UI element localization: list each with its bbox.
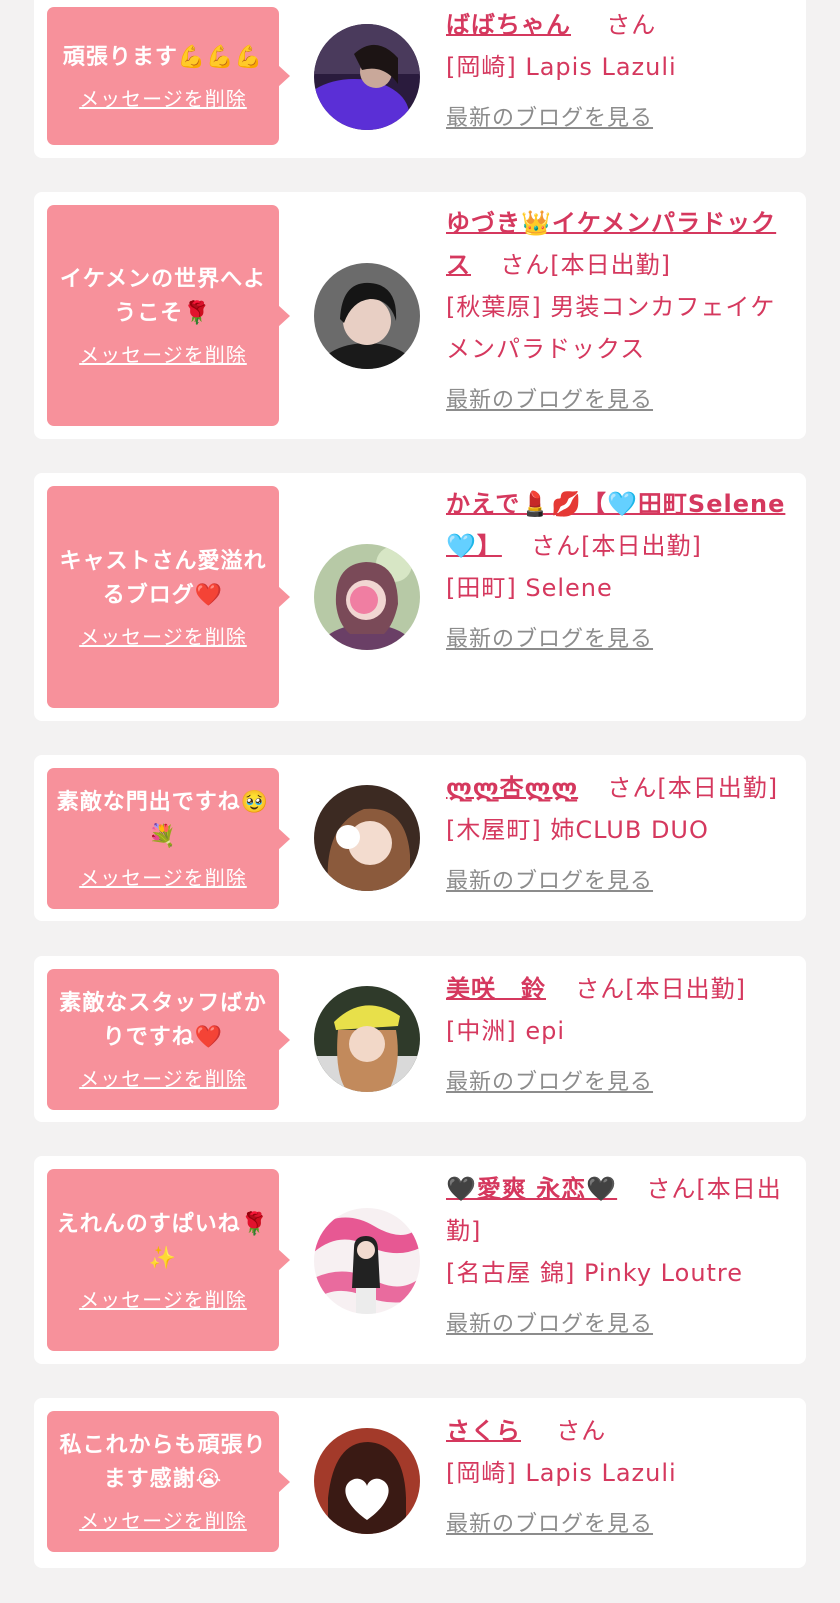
cast-info: ლ̲ლ̲杏ლ̲ლ̲ さん[本日出勤] [木屋町] 姉CLUB DUO 最新のブロ…	[446, 767, 786, 903]
cast-info: 🖤愛爽 永恋🖤 さん[本日出勤] [名古屋 錦] Pinky Loutre 最新…	[446, 1168, 786, 1346]
message-card: キャストさん愛溢れるブログ❤️ メッセージを削除 かえで💄💋【🩵田町Selene…	[34, 473, 806, 721]
latest-blog-link[interactable]: 最新のブログを見る	[446, 1062, 786, 1104]
latest-blog-link[interactable]: 最新のブログを見る	[446, 1304, 786, 1346]
message-card: 素敵な門出ですね🥹💐 メッセージを削除 ლ̲ლ̲杏ლ̲ლ̲ さん[本日出勤] […	[34, 755, 806, 921]
message-text: 素敵な門出ですね🥹💐	[56, 790, 270, 849]
message-card: 素敵なスタッフばかりですね❤️ メッセージを削除 美咲 鈴 さん[本日出勤] […	[34, 956, 806, 1122]
honorific: さん[本日出勤]	[531, 532, 702, 560]
shop-info: [中洲] epi	[446, 1017, 566, 1045]
cast-name-link[interactable]: 🖤愛爽 永恋🖤	[446, 1175, 617, 1203]
latest-blog-link[interactable]: 最新のブログを見る	[446, 380, 786, 422]
message-bubble: 素敵な門出ですね🥹💐 メッセージを削除	[47, 768, 290, 909]
cast-name-line: ばばちゃん さん	[446, 4, 786, 46]
shop-info: [木屋町] 姉CLUB DUO	[446, 816, 709, 844]
avatar[interactable]	[314, 544, 420, 650]
message-text: キャストさん愛溢れるブログ❤️	[59, 548, 267, 608]
shop-info: [田町] Selene	[446, 574, 613, 602]
cast-info: さくら さん [岡崎] Lapis Lazuli 最新のブログを見る	[446, 1410, 786, 1546]
honorific: さん	[556, 1417, 607, 1445]
message-text: 頑張ります💪💪💪	[62, 44, 264, 70]
shop-info: [名古屋 錦] Pinky Loutre	[446, 1259, 744, 1287]
avatar[interactable]	[314, 1208, 420, 1314]
message-bubble: キャストさん愛溢れるブログ❤️ メッセージを削除	[47, 486, 290, 708]
delete-message-link[interactable]: メッセージを削除	[79, 621, 247, 650]
cast-name-line: ゆづき👑イケメンパラドックス さん[本日出勤]	[446, 202, 786, 286]
shop-info: [岡崎] Lapis Lazuli	[446, 53, 677, 81]
latest-blog-link[interactable]: 最新のブログを見る	[446, 861, 786, 903]
avatar[interactable]	[314, 1428, 420, 1534]
message-card: 私これからも頑張ります感謝😭 メッセージを削除 さくら さん [岡崎] Lapi…	[34, 1398, 806, 1568]
cast-name-line: 美咲 鈴 さん[本日出勤]	[446, 968, 786, 1010]
honorific: さん[本日出勤]	[575, 975, 747, 1003]
message-text: 素敵なスタッフばかりですね❤️	[59, 991, 267, 1050]
honorific: さん[本日出勤]	[500, 251, 672, 279]
cast-info: ゆづき👑イケメンパラドックス さん[本日出勤] [秋葉原] 男装コンカフェイケメ…	[446, 202, 786, 422]
shop-info: [岡崎] Lapis Lazuli	[446, 1459, 677, 1487]
message-card: イケメンの世界へようこそ🌹 メッセージを削除 ゆづき👑イケメンパラドックス さん…	[34, 192, 806, 439]
delete-message-link[interactable]: メッセージを削除	[79, 339, 247, 368]
cast-info: かえで💄💋【🩵田町Selene🩵】 さん[本日出勤] [田町] Selene 最…	[446, 483, 786, 661]
shop-info: [秋葉原] 男装コンカフェイケメンパラドックス	[446, 293, 776, 363]
cast-name-line: かえで💄💋【🩵田町Selene🩵】 さん[本日出勤]	[446, 483, 786, 567]
cast-name-link[interactable]: ლ̲ლ̲杏ლ̲ლ̲	[446, 774, 578, 802]
message-bubble: 頑張ります💪💪💪 メッセージを削除	[47, 7, 290, 145]
message-card: 頑張ります💪💪💪 メッセージを削除 ばばちゃん さん [岡崎] Lapis La…	[34, 0, 806, 158]
cast-info: ばばちゃん さん [岡崎] Lapis Lazuli 最新のブログを見る	[446, 4, 786, 140]
delete-message-link[interactable]: メッセージを削除	[79, 83, 247, 112]
cast-name-link[interactable]: さくら	[446, 1417, 521, 1445]
message-text: イケメンの世界へようこそ🌹	[59, 267, 267, 326]
cast-name-line: さくら さん	[446, 1410, 786, 1452]
cast-info: 美咲 鈴 さん[本日出勤] [中洲] epi 最新のブログを見る	[446, 968, 786, 1104]
cast-name-link[interactable]: 美咲 鈴	[446, 975, 546, 1003]
latest-blog-link[interactable]: 最新のブログを見る	[446, 98, 786, 140]
avatar[interactable]	[314, 263, 420, 369]
delete-message-link[interactable]: メッセージを削除	[79, 1284, 247, 1313]
honorific: さん[本日出勤]	[607, 774, 779, 802]
latest-blog-link[interactable]: 最新のブログを見る	[446, 1504, 786, 1546]
message-card: えれんのすぱいね🌹✨ メッセージを削除 🖤愛爽 永恋🖤 さん[本日出勤] [名古…	[34, 1156, 806, 1364]
cast-name-line: 🖤愛爽 永恋🖤 さん[本日出勤]	[446, 1168, 786, 1252]
avatar[interactable]	[314, 24, 420, 130]
cast-name-link[interactable]: ばばちゃん	[446, 11, 571, 39]
message-text: 私これからも頑張ります感謝😭	[59, 1433, 267, 1492]
avatar[interactable]	[314, 986, 420, 1092]
latest-blog-link[interactable]: 最新のブログを見る	[446, 619, 786, 661]
message-text: えれんのすぱいね🌹✨	[56, 1211, 270, 1271]
delete-message-link[interactable]: メッセージを削除	[79, 1505, 247, 1534]
message-bubble: イケメンの世界へようこそ🌹 メッセージを削除	[47, 205, 290, 426]
message-bubble: 私これからも頑張ります感謝😭 メッセージを削除	[47, 1411, 290, 1552]
message-bubble: えれんのすぱいね🌹✨ メッセージを削除	[47, 1169, 290, 1351]
avatar[interactable]	[314, 785, 420, 891]
message-bubble: 素敵なスタッフばかりですね❤️ メッセージを削除	[47, 969, 290, 1110]
cast-name-line: ლ̲ლ̲杏ლ̲ლ̲ さん[本日出勤]	[446, 767, 786, 809]
delete-message-link[interactable]: メッセージを削除	[79, 1063, 247, 1092]
honorific: さん	[606, 11, 657, 39]
delete-message-link[interactable]: メッセージを削除	[79, 862, 247, 891]
